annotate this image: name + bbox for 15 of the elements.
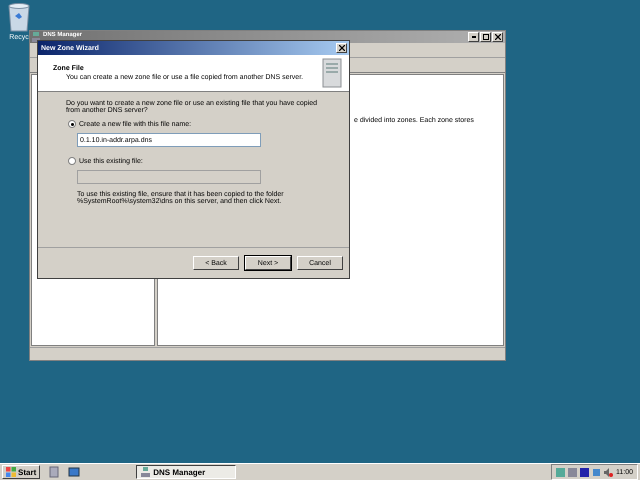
- radio-button[interactable]: [68, 157, 76, 165]
- radio-button[interactable]: [68, 120, 76, 128]
- speaker-muted-icon[interactable]: [604, 468, 613, 476]
- windows-logo-icon: [6, 467, 16, 477]
- minimize-button[interactable]: [468, 32, 479, 42]
- start-button[interactable]: Start: [2, 465, 40, 479]
- desktop-icon[interactable]: [68, 466, 80, 478]
- server-icon: [322, 58, 342, 88]
- minimize-icon: [472, 36, 476, 38]
- close-button[interactable]: [492, 32, 503, 42]
- maximize-button[interactable]: [480, 32, 491, 42]
- taskbar-button[interactable]: DNS Manager: [136, 465, 236, 479]
- recycle-bin-icon[interactable]: [6, 2, 32, 32]
- dns-app-icon: [141, 467, 150, 477]
- close-button[interactable]: [336, 43, 347, 53]
